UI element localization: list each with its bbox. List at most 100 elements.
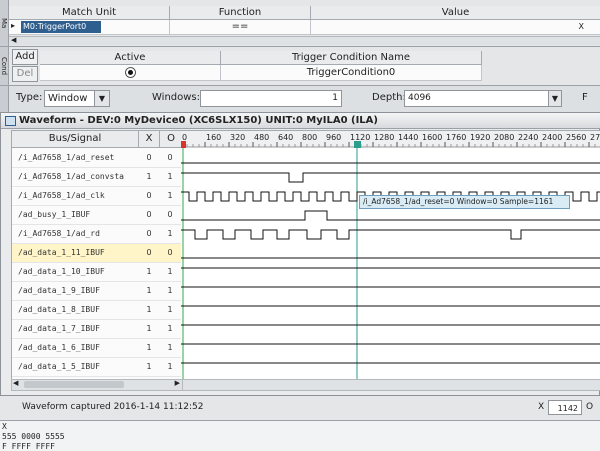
signal-row[interactable]: /ad_data_1_7_IBUF 1 1 <box>12 320 182 339</box>
windows-label: Windows: <box>152 92 201 103</box>
delete-condition-button[interactable]: Del <box>12 66 38 82</box>
signal-name: /ad_data_1_11_IBUF <box>18 248 105 257</box>
waveform-tooltip-text: /i_Ad7658_1/ad_reset=0 Window=0 Sample=1… <box>363 197 554 206</box>
signal-x-value: 0 <box>146 153 152 162</box>
signal-x-value: 1 <box>146 286 152 295</box>
type-label: Type: <box>16 92 43 103</box>
signal-row[interactable]: /i_Ad7658_1/ad_clk 0 1 <box>12 187 182 206</box>
ruler-tick-label: 1440 <box>398 133 418 142</box>
chevron-down-icon[interactable]: ▼ <box>548 91 561 106</box>
signal-name: /i_Ad7658_1/ad_reset <box>18 153 115 162</box>
waveform-plot[interactable]: 0 160 320 480 640 800 960 1120 1280 1440 1600 1760 1… <box>181 130 600 380</box>
active-cell[interactable] <box>40 65 221 81</box>
signal-list: Bus/Signal X O /i_Ad7658_1/ad_reset 0 0/i_… <box>11 130 183 380</box>
waveform-title-bar[interactable]: Waveform - DEV:0 MyDevice0 (XC6SLX150) U… <box>1 113 600 129</box>
bus-signal-header-label: Bus/Signal <box>48 133 102 144</box>
signal-row[interactable]: /ad_data_1_11_IBUF 0 0 <box>12 244 182 263</box>
capture-status-text: Waveform captured 2016-1-14 11:12:52 <box>22 402 204 412</box>
bus-signal-header: Bus/Signal <box>12 131 139 148</box>
signal-name: /i_Ad7658_1/ad_clk <box>18 191 105 200</box>
signal-o-value: 1 <box>167 229 173 238</box>
options-side-tab[interactable] <box>0 86 9 112</box>
ruler-tick-label: 480 <box>254 133 269 142</box>
depth-select-value: 4096 <box>408 93 431 103</box>
expand-icon[interactable]: ▸ <box>11 21 15 30</box>
signal-x-value: 0 <box>146 191 152 200</box>
active-radio-dot <box>128 70 133 75</box>
signal-x-value: 0 <box>146 248 152 257</box>
type-select[interactable]: Window ▼ <box>44 90 110 107</box>
windows-input-value: 1 <box>332 93 338 103</box>
condition-name-header-label: Trigger Condition Name <box>291 52 411 63</box>
signal-row[interactable]: /i_Ad7658_1/ad_rd 0 1 <box>12 225 182 244</box>
waveform-icon <box>5 116 16 126</box>
match-unit-row[interactable]: ▸ M0:TriggerPort0 <box>9 20 170 35</box>
console-line: F FFFF FFFF <box>2 442 55 451</box>
signal-row[interactable]: /ad_busy_1_IBUF 0 0 <box>12 206 182 225</box>
active-radio[interactable] <box>125 67 136 78</box>
signal-row[interactable]: /ad_data_1_8_IBUF 1 1 <box>12 301 182 320</box>
signal-row[interactable]: /ad_data_1_5_IBUF 1 1 <box>12 358 182 377</box>
value-cell[interactable]: X <box>311 20 600 35</box>
value-header: Value <box>311 6 600 20</box>
signal-o-value: 1 <box>167 172 173 181</box>
scroll-thumb[interactable] <box>24 381 124 388</box>
signal-row[interactable]: /i_Ad7658_1/ad_reset 0 0 <box>12 149 182 168</box>
function-cell[interactable]: == <box>170 20 311 35</box>
signal-name: /ad_data_1_8_IBUF <box>18 305 100 314</box>
signal-name: /i_Ad7658_1/ad_convsta <box>18 172 124 181</box>
signal-list-scrollbar[interactable]: ◀ ▶ <box>11 379 183 391</box>
match-unit-cell[interactable]: M0:TriggerPort0 <box>21 21 101 33</box>
signal-row[interactable]: /ad_data_1_9_IBUF 1 1 <box>12 282 182 301</box>
signal-name: /ad_data_1_6_IBUF <box>18 343 100 352</box>
waveform-svg[interactable]: 0 160 320 480 640 800 960 1120 1280 1440 1600 1760 1… <box>181 131 600 379</box>
function-value: == <box>231 21 249 32</box>
condition-name-cell[interactable]: TriggerCondition0 <box>221 65 482 81</box>
scroll-right-arrow[interactable]: ▶ <box>175 379 180 387</box>
depth-select[interactable]: 4096 ▼ <box>404 90 562 107</box>
signal-o-value: 0 <box>167 210 173 219</box>
type-select-value: Window <box>48 93 88 104</box>
ruler-tick-label: 640 <box>278 133 293 142</box>
trigger-side-tab[interactable]: Ma <box>0 0 9 46</box>
f-label: F <box>582 92 588 103</box>
waveform-title: Waveform - DEV:0 MyDevice0 (XC6SLX150) U… <box>19 115 378 126</box>
status-bar: Waveform captured 2016-1-14 11:12:52 X 1… <box>0 396 600 421</box>
add-condition-button[interactable]: Add <box>12 49 38 65</box>
signal-row[interactable]: /ad_data_1_6_IBUF 1 1 <box>12 339 182 358</box>
signal-x-value: 1 <box>146 267 152 276</box>
ruler-tick-label: 2080 <box>494 133 514 142</box>
condition-name-value: TriggerCondition0 <box>306 67 396 78</box>
signal-name: /ad_data_1_5_IBUF <box>18 362 100 371</box>
console-line: X <box>2 422 7 431</box>
signal-x-value: 1 <box>146 305 152 314</box>
ruler-tick-label: 1920 <box>470 133 490 142</box>
waveform-scrollbar[interactable] <box>182 379 600 391</box>
signal-x-value: 0 <box>146 210 152 219</box>
x-column-header-label: X <box>145 133 153 144</box>
capture-options-row: Type: Window ▼ Windows: 1 Depth: 4096 ▼ … <box>0 86 600 113</box>
ruler-tick-label: 2400 <box>542 133 562 142</box>
ruler-tick-label: 800 <box>302 133 317 142</box>
signal-row[interactable]: /i_Ad7658_1/ad_convsta 1 1 <box>12 168 182 187</box>
ruler-tick-label: 1280 <box>374 133 394 142</box>
signal-o-value: 1 <box>167 343 173 352</box>
x-cursor-value: 1142 <box>557 404 578 413</box>
windows-input[interactable]: 1 <box>200 90 342 107</box>
x-cursor-field[interactable]: 1142 <box>548 400 582 415</box>
ruler-tick-label: 27 <box>590 133 600 142</box>
signal-trace-ad-busy <box>181 210 600 221</box>
signal-o-value: 0 <box>167 248 173 257</box>
signal-x-value: 1 <box>146 172 152 181</box>
chevron-down-icon[interactable]: ▼ <box>94 91 109 106</box>
match-unit-scrollbar[interactable]: ◀ <box>9 36 600 45</box>
active-header: Active <box>40 51 221 65</box>
signal-x-value: 1 <box>146 343 152 352</box>
signal-o-value: 1 <box>167 362 173 371</box>
scroll-left-arrow[interactable]: ◀ <box>13 379 18 387</box>
signal-name: /ad_data_1_9_IBUF <box>18 286 100 295</box>
scroll-left-arrow[interactable]: ◀ <box>11 36 16 44</box>
signal-row[interactable]: /ad_data_1_10_IBUF 1 1 <box>12 263 182 282</box>
condition-side-tab[interactable]: Cond <box>0 47 9 85</box>
trigger-side-label: Ma <box>0 17 8 29</box>
